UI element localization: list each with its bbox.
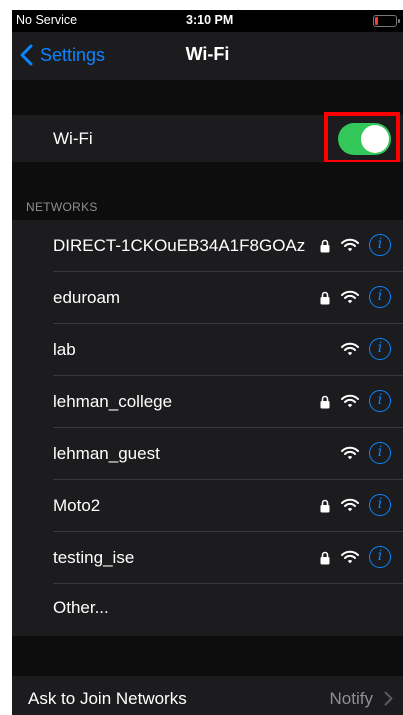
info-icon[interactable]: i: [369, 546, 391, 568]
phone-screen: No Service 3:10 PM Settings Wi-Fi Wi-Fi …: [12, 10, 403, 715]
lock-icon: [320, 499, 330, 513]
clock: 3:10 PM: [186, 13, 234, 27]
wifi-signal-icon: [341, 446, 359, 460]
network-row[interactable]: lehman_guest i: [12, 428, 403, 480]
lock-icon: [320, 551, 330, 565]
network-name: testing_ise: [53, 548, 135, 567]
network-name: DIRECT-1CKOuEB34A1F8GOAz: [53, 236, 306, 255]
network-row[interactable]: testing_ise i: [12, 532, 403, 584]
wifi-signal-icon: [341, 550, 359, 564]
network-name: Moto2: [53, 496, 101, 515]
other-network-label: Other...: [53, 598, 109, 617]
network-name: lehman_college: [53, 392, 173, 411]
wifi-toggle-label: Wi-Fi: [53, 129, 93, 148]
section-spacer: [12, 80, 403, 115]
lock-icon: [320, 239, 330, 253]
chevron-right-icon: [384, 691, 393, 706]
section-spacer: [12, 636, 403, 676]
info-icon[interactable]: i: [369, 390, 391, 412]
other-network-row[interactable]: Other...: [12, 584, 403, 636]
info-icon[interactable]: i: [369, 286, 391, 308]
info-icon[interactable]: i: [369, 442, 391, 464]
wifi-signal-icon: [341, 238, 359, 252]
ask-to-join-label: Ask to Join Networks: [28, 689, 187, 708]
network-row[interactable]: Moto2 i: [12, 480, 403, 532]
wifi-signal-icon: [341, 394, 359, 408]
battery-level: [375, 17, 378, 25]
networks-section-header: NETWORKS: [12, 162, 403, 220]
status-bar: No Service 3:10 PM: [12, 10, 403, 32]
page-title: Wi-Fi: [185, 44, 230, 64]
carrier-label: No Service: [16, 13, 78, 27]
lock-icon: [320, 291, 330, 305]
battery-icon: [373, 15, 400, 27]
info-icon[interactable]: i: [369, 494, 391, 516]
navigation-bar: Settings Wi-Fi: [12, 32, 403, 80]
wifi-signal-icon: [341, 498, 359, 512]
networks-header-label: NETWORKS: [26, 200, 98, 214]
network-name: lehman_guest: [53, 444, 160, 463]
network-list: DIRECT-1CKOuEB34A1F8GOAz i eduroam i lab i leh…: [12, 220, 403, 636]
wifi-signal-icon: [341, 290, 359, 304]
network-row[interactable]: lehman_college i: [12, 376, 403, 428]
info-icon[interactable]: i: [369, 338, 391, 360]
highlight-box: [324, 112, 400, 164]
lock-icon: [320, 395, 330, 409]
info-icon[interactable]: i: [369, 234, 391, 256]
network-name: lab: [53, 340, 76, 359]
network-row[interactable]: lab i: [12, 324, 403, 376]
ask-to-join-value: Notify: [329, 689, 373, 708]
network-row[interactable]: DIRECT-1CKOuEB34A1F8GOAz i: [12, 220, 403, 272]
wifi-signal-icon: [341, 342, 359, 356]
network-row[interactable]: eduroam i: [12, 272, 403, 324]
ask-to-join-row[interactable]: Ask to Join Networks Notify: [12, 676, 403, 715]
network-name: eduroam: [53, 288, 121, 307]
